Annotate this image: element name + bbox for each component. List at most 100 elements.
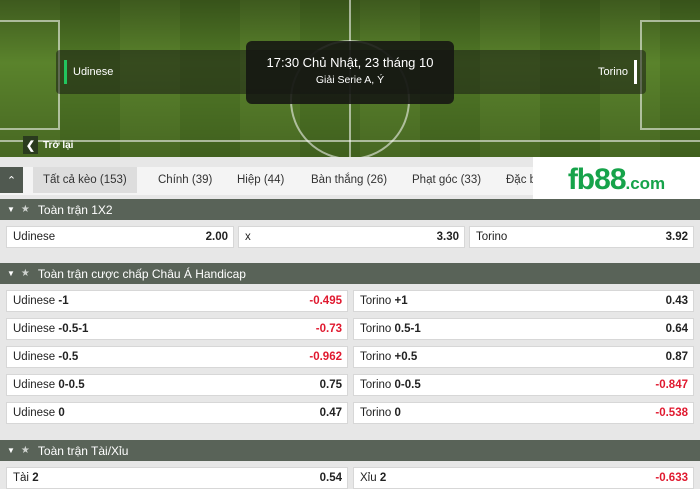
- odd-cell-home[interactable]: Udinese -0.5 -0.962: [6, 346, 348, 368]
- away-team-marker: [634, 60, 637, 84]
- selection-label: Tài 2: [13, 472, 39, 484]
- pitch-left-box: [0, 20, 60, 130]
- odd-value: -0.495: [309, 295, 342, 307]
- tab-goals[interactable]: Bàn thắng (26): [311, 167, 387, 193]
- odd-value: 0.43: [665, 295, 688, 307]
- handicap-line: 0: [394, 407, 401, 419]
- tab-main[interactable]: Chính (39): [158, 167, 212, 193]
- odd-cell-away[interactable]: Torino 0.5-1 0.64: [353, 318, 694, 340]
- logo-sub-text: .com: [625, 174, 666, 193]
- match-banner: Udinese Torino 17:30 Chủ Nhật, 23 tháng …: [0, 0, 700, 157]
- caret-down-icon: ▼: [7, 269, 15, 278]
- handicap-line: 0-0.5: [394, 379, 421, 391]
- handicap-line: -1: [58, 295, 69, 307]
- odd-cell-home[interactable]: Tài 2 0.54: [6, 467, 348, 489]
- collapse-all-button[interactable]: ⌃: [0, 167, 23, 193]
- section-header-handicap[interactable]: ▼ ★ Toàn trận cược chấp Châu Á Handicap: [0, 263, 700, 284]
- team-name: Torino: [360, 323, 392, 335]
- selection-label: Xỉu 2: [360, 472, 386, 484]
- selection-label: Udinese: [13, 231, 56, 243]
- odd-value: 2.00: [205, 231, 228, 243]
- odd-cell-away[interactable]: Torino +0.5 0.87: [353, 346, 694, 368]
- star-icon[interactable]: ★: [21, 268, 30, 279]
- odd-cell-away[interactable]: Torino +1 0.43: [353, 290, 694, 312]
- handicap-line: 0: [58, 407, 65, 419]
- pitch-right-box: [640, 20, 700, 130]
- odd-cell-home[interactable]: Udinese 2.00: [6, 226, 234, 248]
- match-info: 17:30 Chủ Nhật, 23 tháng 10 Giải Serie A…: [246, 41, 454, 104]
- odd-cell-home[interactable]: Udinese -1 -0.495: [6, 290, 348, 312]
- selection-label: Torino 0-0.5: [360, 379, 421, 391]
- handicap-line: +0.5: [394, 351, 418, 363]
- team-name: Udinese: [13, 379, 56, 391]
- team-name: Torino: [360, 351, 392, 363]
- odd-cell-home[interactable]: Udinese -0.5-1 -0.73: [6, 318, 348, 340]
- match-league: Giải Serie A, Ý: [315, 74, 385, 86]
- match-time: 17:30 Chủ Nhật, 23 tháng 10: [266, 55, 434, 70]
- team-name: Torino: [360, 295, 392, 307]
- handicap-line: 0.5-1: [394, 323, 421, 335]
- star-icon[interactable]: ★: [21, 445, 30, 456]
- selection-label: x: [245, 231, 251, 243]
- selection-label: Udinese 0: [13, 407, 65, 419]
- caret-down-icon: ▼: [7, 205, 15, 214]
- section-title: Toàn trận cược chấp Châu Á Handicap: [37, 266, 246, 281]
- tab-corners[interactable]: Phạt góc (33): [412, 167, 481, 193]
- selection-label: Udinese -1: [13, 295, 69, 307]
- odd-value: 3.92: [665, 231, 688, 243]
- team-name: Udinese: [13, 407, 56, 419]
- odd-cell-away[interactable]: Torino 0-0.5 -0.847: [353, 374, 694, 396]
- section-title: Toàn trận 1X2: [37, 202, 113, 217]
- odd-value: -0.962: [309, 351, 342, 363]
- home-team-marker: [64, 60, 67, 84]
- away-team-name: Torino: [598, 66, 628, 78]
- odd-value: 0.75: [319, 379, 342, 391]
- double-chevron-up-icon: ⌃: [6, 174, 17, 187]
- odd-cell-away[interactable]: Xỉu 2 -0.633: [353, 467, 694, 489]
- tab-specials[interactable]: Đặc b: [506, 167, 536, 193]
- section-header-1x2[interactable]: ▼ ★ Toàn trận 1X2: [0, 199, 700, 220]
- odd-cell-home[interactable]: Udinese 0 0.47: [6, 402, 348, 424]
- back-label: Trở lại: [43, 139, 74, 151]
- odd-value: 0.47: [319, 407, 342, 419]
- section-title: Toàn trận Tài/Xỉu: [37, 443, 129, 458]
- team-name: Torino: [360, 407, 392, 419]
- odd-value: 0.54: [319, 472, 342, 484]
- odd-value: 0.64: [665, 323, 688, 335]
- selection-label: Udinese -0.5-1: [13, 323, 88, 335]
- pitch-touchline: [0, 140, 700, 142]
- odd-cell-away[interactable]: Torino 0 -0.538: [353, 402, 694, 424]
- selection-label: Torino: [476, 231, 508, 243]
- odd-cell-home[interactable]: Udinese 0-0.5 0.75: [6, 374, 348, 396]
- odd-value: -0.847: [655, 379, 688, 391]
- handicap-line: -0.5: [58, 351, 79, 363]
- odd-cell-draw[interactable]: x 3.30: [238, 226, 465, 248]
- odd-value: 3.30: [436, 231, 459, 243]
- team-name: Udinese: [13, 351, 56, 363]
- selection-label: Torino +1: [360, 295, 408, 307]
- team-name: Xỉu: [360, 472, 377, 484]
- selection-label: Torino 0: [360, 407, 401, 419]
- handicap-line: 0-0.5: [58, 379, 85, 391]
- caret-down-icon: ▼: [7, 446, 15, 455]
- fb88-logo: fb88 .com: [533, 157, 700, 202]
- odd-value: -0.73: [315, 323, 342, 335]
- odd-cell-away[interactable]: Torino 3.92: [469, 226, 694, 248]
- handicap-line: -0.5-1: [58, 323, 89, 335]
- section-header-over-under[interactable]: ▼ ★ Toàn trận Tài/Xỉu: [0, 440, 700, 461]
- team-name: Tài: [13, 472, 29, 484]
- logo-main-text: fb88: [567, 162, 627, 196]
- odd-value: 0.87: [665, 351, 688, 363]
- star-icon[interactable]: ★: [21, 204, 30, 215]
- team-name: Udinese: [13, 295, 56, 307]
- selection-label: Udinese -0.5: [13, 351, 78, 363]
- odd-value: -0.633: [655, 472, 688, 484]
- team-name: Torino: [360, 379, 392, 391]
- handicap-line: 2: [32, 472, 39, 484]
- tab-all[interactable]: Tất cả kèo (153): [33, 167, 137, 193]
- tab-half[interactable]: Hiệp (44): [237, 167, 284, 193]
- handicap-line: 2: [379, 472, 387, 484]
- handicap-line: +1: [394, 295, 408, 307]
- selection-label: Torino 0.5-1: [360, 323, 421, 335]
- back-button[interactable]: ❮ Trở lại: [23, 136, 83, 154]
